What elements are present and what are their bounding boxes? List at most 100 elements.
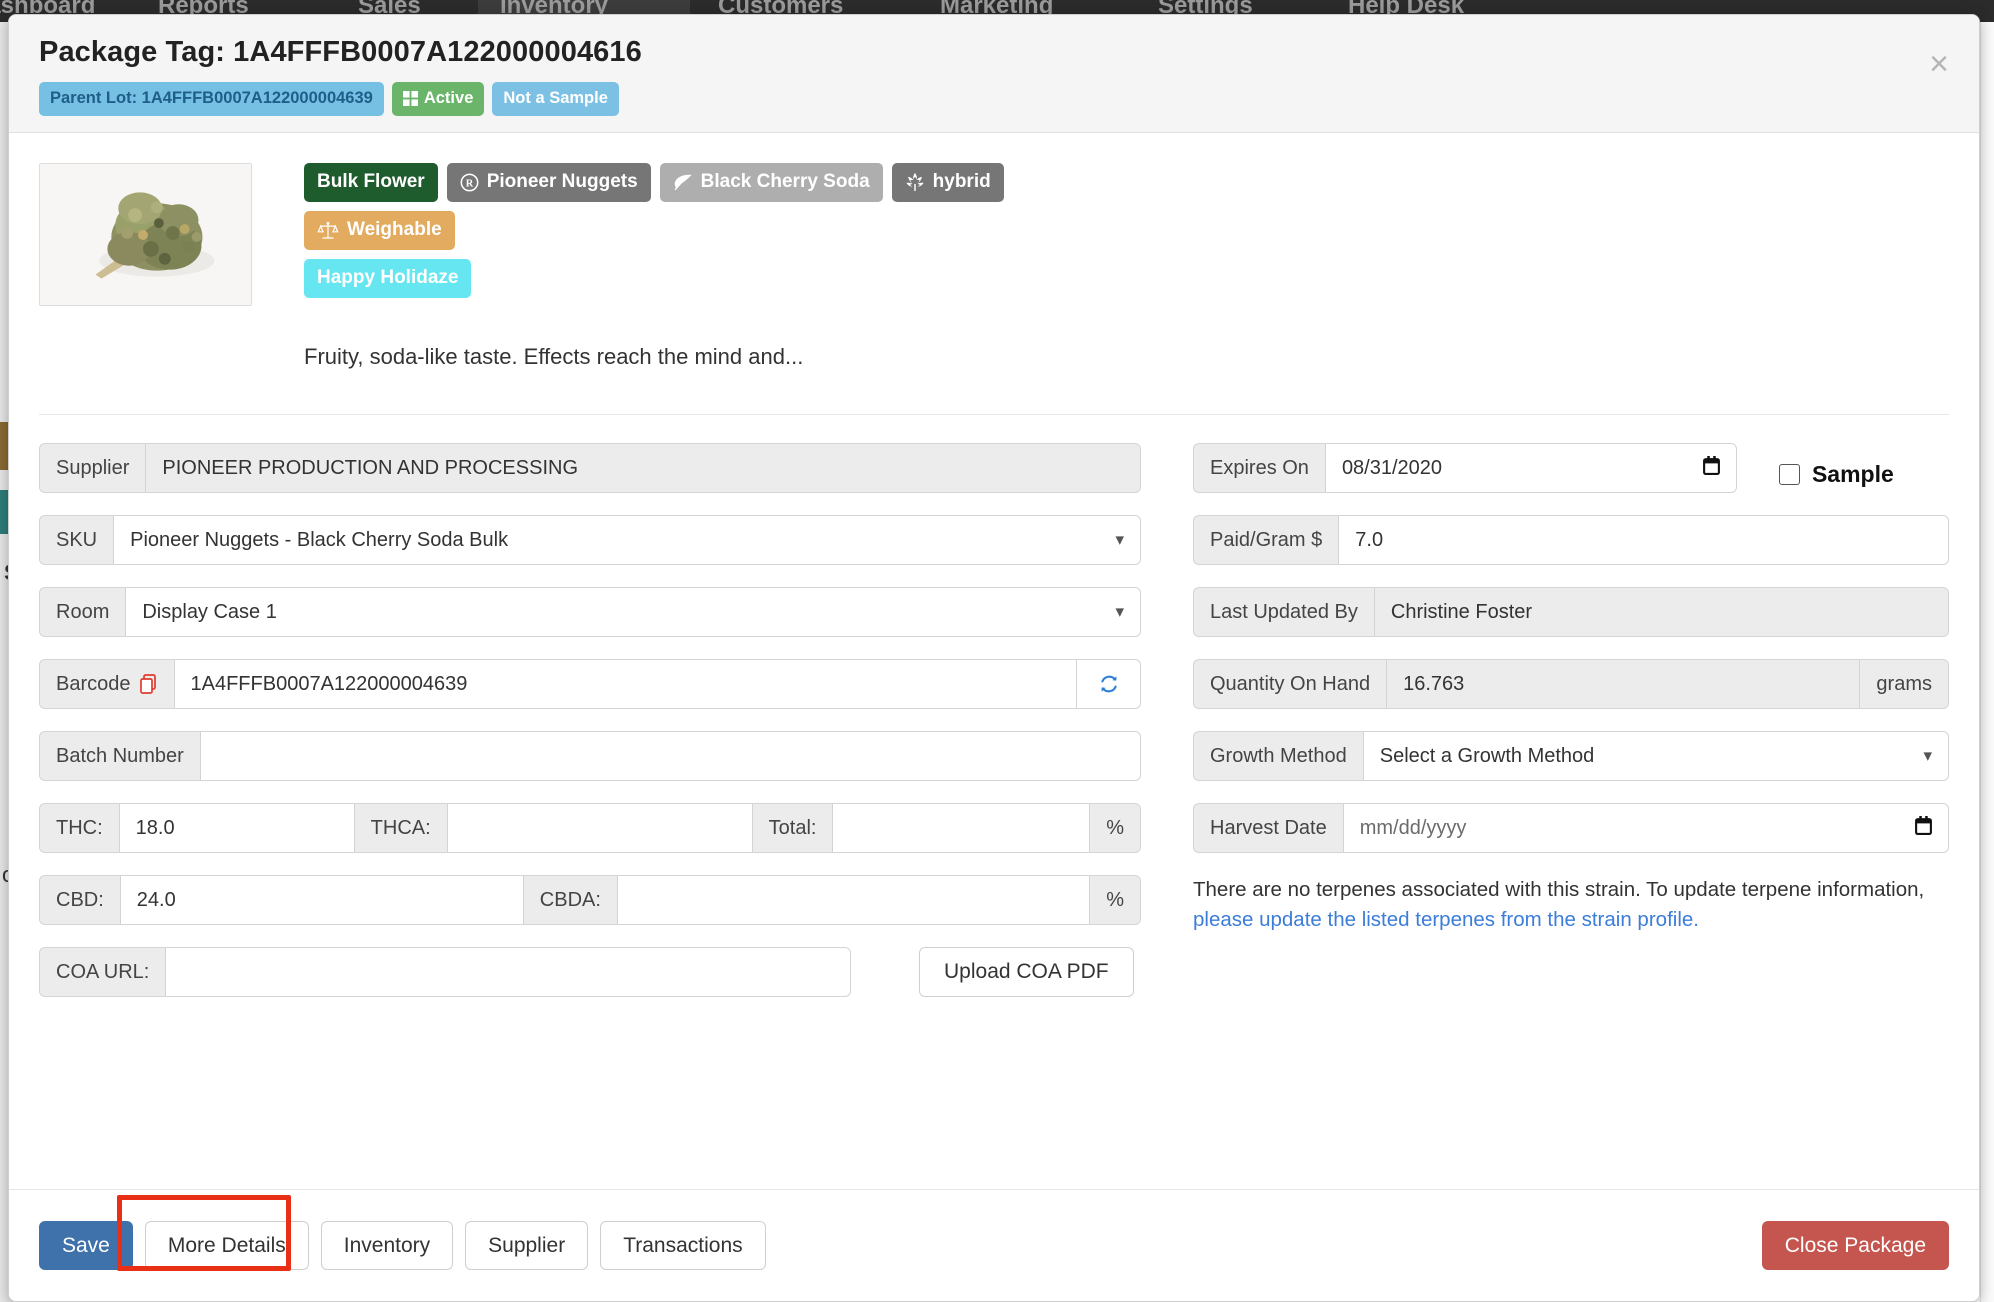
last-updated-by-label: Last Updated By — [1193, 587, 1374, 637]
supplier-value: PIONEER PRODUCTION AND PROCESSING — [145, 443, 1141, 493]
strain-tag: Black Cherry Soda — [659, 163, 883, 202]
inventory-button[interactable]: Inventory — [320, 1221, 454, 1270]
save-button[interactable]: Save — [39, 1221, 133, 1270]
product-summary-row: Bulk Flower R Pioneer Nuggets Black Cher… — [39, 159, 1949, 370]
paid-per-gram-label: Paid/Gram $ — [1193, 515, 1339, 565]
thc-input[interactable]: 18.0 — [118, 803, 355, 853]
close-package-button[interactable]: Close Package — [1761, 1221, 1949, 1270]
coa-url-input[interactable] — [165, 947, 851, 997]
registered-icon: R — [460, 173, 479, 191]
chevron-down-icon: ▾ — [1115, 530, 1124, 549]
supplier-row: Supplier PIONEER PRODUCTION AND PROCESSI… — [39, 443, 1141, 493]
thc-row: THC: 18.0 THCA: Total: % — [39, 803, 1141, 853]
thca-input[interactable] — [446, 803, 753, 853]
transactions-button[interactable]: Transactions — [600, 1221, 766, 1270]
growth-method-row: Growth Method Select a Growth Method ▾ — [1193, 731, 1949, 781]
strain-type-label: hybrid — [932, 171, 991, 192]
strain-tag-label: Black Cherry Soda — [700, 171, 870, 192]
last-updated-by-value: Christine Foster — [1373, 587, 1949, 637]
product-tag-row-1: Bulk Flower R Pioneer Nuggets Black Cher… — [304, 163, 1004, 202]
sample-checkbox-label: Sample — [1811, 460, 1894, 487]
modal-header: Package Tag: 1A4FFFB0007A122000004616 × … — [9, 15, 1979, 133]
expires-on-label: Expires On — [1193, 443, 1325, 493]
quantity-on-hand-unit: grams — [1860, 659, 1949, 709]
harvest-date-input[interactable]: mm/dd/yyyy — [1342, 803, 1949, 853]
weighable-tag: Weighable — [304, 211, 455, 250]
growth-method-value: Select a Growth Method — [1379, 744, 1595, 767]
more-details-button[interactable]: More Details — [144, 1221, 309, 1270]
thc-label: THC: — [39, 803, 119, 853]
product-image — [39, 163, 252, 306]
batch-number-row: Batch Number — [39, 731, 1141, 781]
batch-number-input[interactable] — [199, 731, 1141, 781]
sku-row: SKU Pioneer Nuggets - Black Cherry Soda … — [39, 515, 1141, 565]
cbd-row: CBD: 24.0 CBDA: % — [39, 875, 1141, 925]
form-column-left: Supplier PIONEER PRODUCTION AND PROCESSI… — [39, 443, 1141, 997]
room-row: Room Display Case 1 ▾ — [39, 587, 1141, 637]
room-label: Room — [39, 587, 126, 637]
status-badge-label: Active — [423, 88, 474, 107]
package-form: Supplier PIONEER PRODUCTION AND PROCESSI… — [39, 415, 1949, 997]
sample-status-badge: Not a Sample — [492, 81, 619, 116]
package-tag-modal: Package Tag: 1A4FFFB0007A122000004616 × … — [8, 14, 1980, 1302]
footer-button-group: Save More Details Inventory Supplier Tra… — [39, 1195, 766, 1271]
brand-tag-label: Pioneer Nuggets — [486, 171, 638, 192]
barcode-label-text: Barcode — [56, 672, 131, 695]
balance-scale-icon — [317, 221, 339, 239]
barcode-label: Barcode — [39, 659, 174, 709]
product-tag-group: Bulk Flower R Pioneer Nuggets Black Cher… — [304, 163, 1949, 298]
total-label: Total: — [752, 803, 833, 853]
svg-text:R: R — [465, 178, 473, 189]
cbda-input[interactable] — [616, 875, 1091, 925]
refresh-icon — [1100, 675, 1117, 693]
thca-label: THCA: — [354, 803, 447, 853]
cbda-label: CBDA: — [523, 875, 617, 925]
modal-body: Bulk Flower R Pioneer Nuggets Black Cher… — [9, 133, 1979, 997]
terpene-profile-link[interactable]: please update the listed terpenes from t… — [1193, 908, 1699, 931]
leaf-icon — [674, 174, 692, 191]
cbd-input[interactable]: 24.0 — [119, 875, 524, 925]
category-tag: Bulk Flower — [304, 163, 438, 202]
coa-row: COA URL: Upload COA PDF — [39, 947, 1141, 997]
supplier-button[interactable]: Supplier — [465, 1221, 589, 1270]
category-tag-label: Bulk Flower — [317, 171, 425, 192]
growth-method-select[interactable]: Select a Growth Method ▾ — [1362, 731, 1949, 781]
supplier-label: Supplier — [39, 443, 146, 493]
batch-number-label: Batch Number — [39, 731, 200, 781]
grid-icon — [402, 90, 418, 106]
total-input[interactable] — [832, 803, 1091, 853]
close-icon[interactable]: × — [1929, 47, 1949, 81]
brand-tag: R Pioneer Nuggets — [446, 163, 651, 202]
expires-on-row: Expires On 08/31/2020 Sample — [1193, 443, 1949, 493]
expires-on-value: 08/31/2020 — [1341, 456, 1443, 479]
product-description: Fruity, soda-like taste. Effects reach t… — [304, 344, 804, 369]
sample-checkbox-group[interactable]: Sample — [1778, 443, 1894, 493]
copy-icon[interactable] — [139, 674, 158, 694]
harvest-date-label: Harvest Date — [1193, 803, 1343, 853]
upload-coa-pdf-button[interactable]: Upload COA PDF — [919, 947, 1134, 997]
paid-per-gram-input[interactable]: 7.0 — [1338, 515, 1949, 565]
page-title: Package Tag: 1A4FFFB0007A122000004616 — [39, 36, 642, 68]
product-tag-row-2: Weighable — [304, 211, 455, 250]
calendar-icon[interactable] — [1915, 815, 1932, 841]
background-right-strip — [1980, 22, 1994, 1302]
sample-checkbox[interactable] — [1778, 463, 1800, 485]
sku-value: Pioneer Nuggets - Black Cherry Soda Bulk — [130, 528, 509, 551]
calendar-icon[interactable] — [1702, 455, 1720, 481]
growth-method-label: Growth Method — [1193, 731, 1363, 781]
cannabis-icon — [906, 172, 924, 192]
barcode-input[interactable]: 1A4FFFB0007A122000004639 — [173, 659, 1077, 709]
terpene-note: There are no terpenes associated with th… — [1193, 875, 1949, 934]
sku-select[interactable]: Pioneer Nuggets - Black Cherry Soda Bulk… — [113, 515, 1141, 565]
product-tag-row-3: Happy Holidaze — [304, 259, 472, 298]
weighable-tag-label: Weighable — [347, 219, 442, 240]
expires-on-input[interactable]: 08/31/2020 — [1324, 443, 1737, 493]
cannabis-bud-photo — [40, 164, 251, 305]
terpene-note-text: There are no terpenes associated with th… — [1193, 878, 1925, 901]
status-badge: Active — [391, 81, 485, 116]
parent-lot-badge[interactable]: Parent Lot: 1A4FFFB0007A122000004639 — [39, 81, 384, 116]
room-value: Display Case 1 — [142, 600, 277, 623]
chevron-down-icon: ▾ — [1115, 602, 1124, 621]
barcode-refresh-button[interactable] — [1077, 659, 1141, 709]
room-select[interactable]: Display Case 1 ▾ — [125, 587, 1141, 637]
